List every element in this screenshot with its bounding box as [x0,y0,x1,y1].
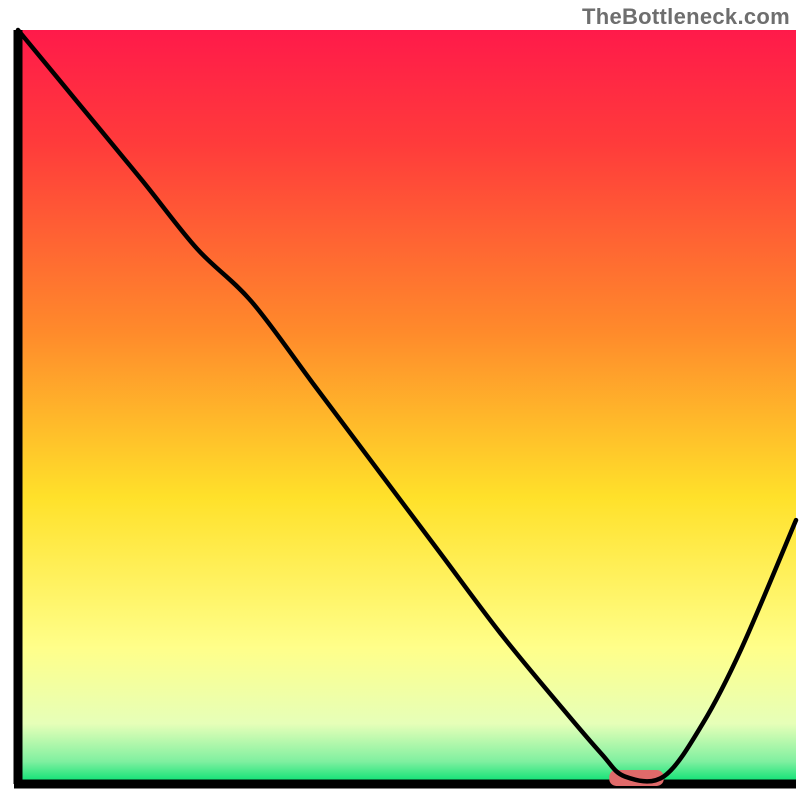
plot-background [18,30,796,784]
attribution-label: TheBottleneck.com [582,4,790,30]
chart-svg [0,0,800,800]
bottleneck-chart: TheBottleneck.com [0,0,800,800]
